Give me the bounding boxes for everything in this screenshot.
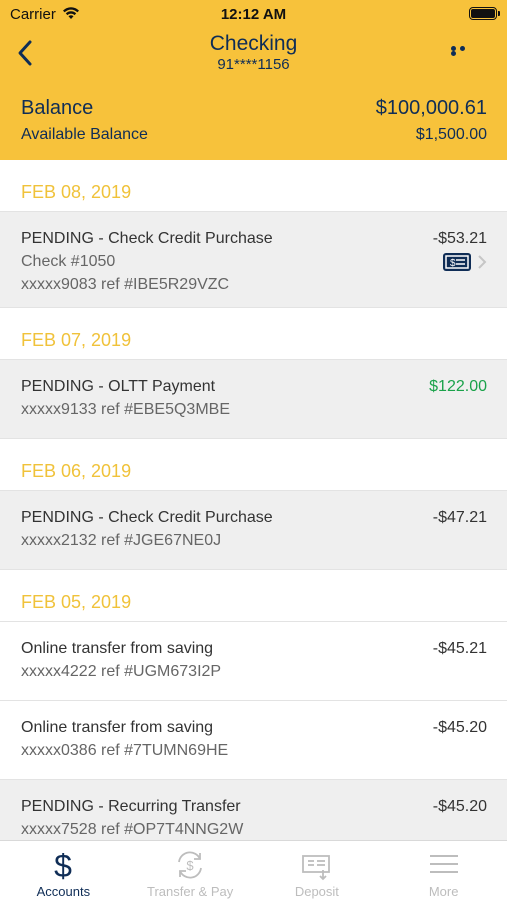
transaction-row[interactable]: PENDING - Check Credit Purchase Check #1… [0, 212, 507, 308]
tab-accounts[interactable]: $ Accounts [0, 841, 127, 900]
menu-icon [429, 855, 458, 873]
transaction-description: Online transfer from saving [21, 640, 214, 657]
more-options-icon[interactable] [451, 46, 477, 56]
transaction-row[interactable]: PENDING - Check Credit Purchase xxxxx213… [0, 491, 507, 570]
transaction-description: PENDING - Check Credit Purchase [21, 509, 273, 526]
date-header: FEB 06, 2019 [0, 439, 507, 491]
battery-icon [469, 7, 500, 20]
transfer-icon: $ [178, 851, 203, 879]
transaction-amount: $122.00 [429, 378, 487, 395]
transaction-row[interactable]: Online transfer from saving xxxxx4222 re… [0, 622, 507, 701]
page-title: Checking [209, 32, 298, 55]
account-header: Carrier 12:12 AM Checking 91****1156 Bal… [0, 0, 507, 160]
date-header: FEB 05, 2019 [0, 570, 507, 622]
chevron-right-icon[interactable] [476, 254, 488, 270]
svg-text:$: $ [450, 258, 456, 269]
date-header: FEB 07, 2019 [0, 308, 507, 360]
transaction-description: Online transfer from saving [21, 719, 214, 736]
deposit-icon [301, 855, 330, 881]
status-bar: Carrier 12:12 AM [0, 0, 507, 28]
transaction-reference: xxxxx0386 ref #7TUMN69HE [21, 742, 229, 759]
transaction-description: PENDING - OLTT Payment [21, 378, 216, 395]
status-time: 12:12 AM [220, 6, 287, 23]
available-balance-label: Available Balance [21, 126, 148, 143]
tab-label: Accounts [36, 884, 91, 899]
transaction-row[interactable]: Online transfer from saving xxxxx0386 re… [0, 701, 507, 780]
transaction-list[interactable]: FEB 08, 2019 PENDING - Check Credit Purc… [0, 160, 507, 840]
available-balance-value: $1,500.00 [415, 126, 487, 143]
tab-label: More [428, 884, 459, 899]
balance-label: Balance [21, 97, 94, 119]
balance-value: $100,000.61 [375, 97, 487, 119]
transaction-amount: -$45.20 [432, 719, 487, 736]
account-number: 91****1156 [217, 56, 290, 73]
dollar-icon: $ [54, 848, 72, 882]
transaction-amount: -$45.21 [432, 640, 487, 657]
tab-deposit[interactable]: Deposit [254, 841, 381, 900]
transaction-reference: xxxxx4222 ref #UGM673I2P [21, 663, 222, 680]
check-number: Check #1050 [21, 253, 116, 270]
tab-bar: $ Accounts $ Transfer & Pay Deposit More [0, 840, 507, 900]
transaction-reference: xxxxx2132 ref #JGE67NE0J [21, 532, 222, 549]
tab-label: Deposit [294, 884, 339, 899]
transaction-reference: xxxxx9083 ref #IBE5R29VZC [21, 276, 230, 293]
check-image-icon[interactable]: $ [443, 253, 471, 271]
svg-text:$: $ [54, 848, 72, 882]
transaction-amount: -$53.21 [432, 230, 487, 247]
tab-transfer-pay[interactable]: $ Transfer & Pay [127, 841, 254, 900]
transaction-description: PENDING - Recurring Transfer [21, 798, 241, 815]
tab-label: Transfer & Pay [147, 884, 234, 899]
transaction-row[interactable]: PENDING - Recurring Transfer xxxxx7528 r… [0, 780, 507, 840]
tab-more[interactable]: More [380, 841, 507, 900]
transaction-reference: xxxxx7528 ref #OP7T4NNG2W [21, 821, 244, 838]
transaction-amount: -$45.20 [432, 798, 487, 815]
transaction-reference: xxxxx9133 ref #EBE5Q3MBE [21, 401, 230, 418]
svg-text:$: $ [187, 858, 195, 873]
date-header: FEB 08, 2019 [0, 160, 507, 212]
transaction-description: PENDING - Check Credit Purchase [21, 230, 273, 247]
transaction-row[interactable]: PENDING - OLTT Payment xxxxx9133 ref #EB… [0, 360, 507, 439]
transaction-amount: -$47.21 [432, 509, 487, 526]
